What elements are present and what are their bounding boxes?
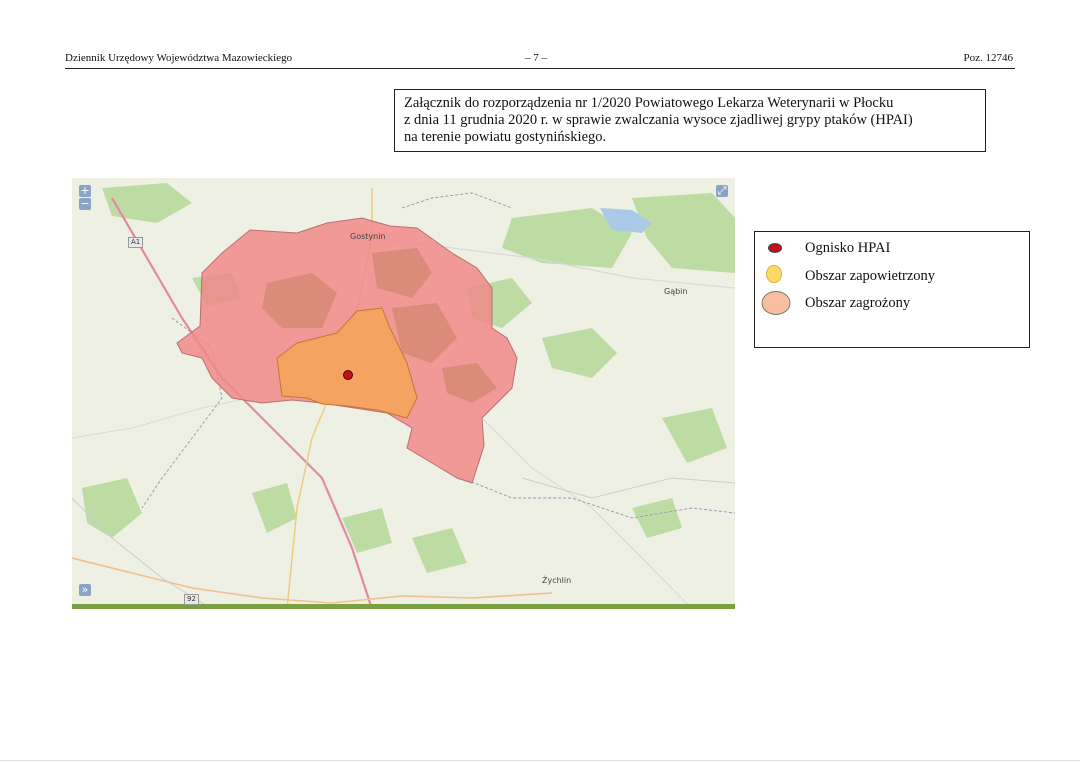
road-shield-a1: A1 [128,237,144,248]
annex-line-3: na terenie powiatu gostynińskiego. [404,129,607,145]
legend-label-threatened-zone: Obszar zagrożony [805,295,911,311]
annex-caption-box: Załącznik do rozporządzenia nr 1/2020 Po… [394,89,986,152]
place-label-zychlin: Żychlin [542,576,572,585]
attribution-strip [72,604,735,609]
position-number: Poz. 12746 [963,52,1014,64]
map-view[interactable]: + − ⤢ » Gostynin Gąbin Żychlin A1 92 [72,178,735,609]
place-label-gabin: Gąbin [664,287,688,296]
threatened-zone-icon [761,291,791,315]
legend-label-infected-zone: Obszar zapowietrzony [805,268,936,284]
header-rule [65,68,1015,69]
map-canvas [72,178,735,609]
journal-title: Dziennik Urzędowy Województwa Mazowiecki… [65,52,293,64]
map-legend: Ognisko HPAI Obszar zapowietrzony Obszar… [754,231,1030,348]
page-number: – 7 – [525,52,547,64]
outbreak-point [343,370,353,380]
road-shield-92: 92 [184,594,199,605]
infected-zone-icon [766,265,782,283]
legend-label-outbreak: Ognisko HPAI [805,240,891,256]
fullscreen-button[interactable]: ⤢ [716,185,728,197]
place-label-gostynin: Gostynin [350,232,386,241]
layer-switcher-button[interactable]: » [79,584,91,596]
page-bottom-edge [0,760,1080,761]
zoom-in-button[interactable]: + [79,185,91,197]
annex-line-1: Załącznik do rozporządzenia nr 1/2020 Po… [404,95,894,111]
annex-line-2: z dnia 11 grudnia 2020 r. w sprawie zwal… [404,112,913,128]
page-header: Dziennik Urzędowy Województwa Mazowiecki… [65,50,1015,70]
outbreak-icon [768,243,782,253]
zoom-out-button[interactable]: − [79,198,91,210]
